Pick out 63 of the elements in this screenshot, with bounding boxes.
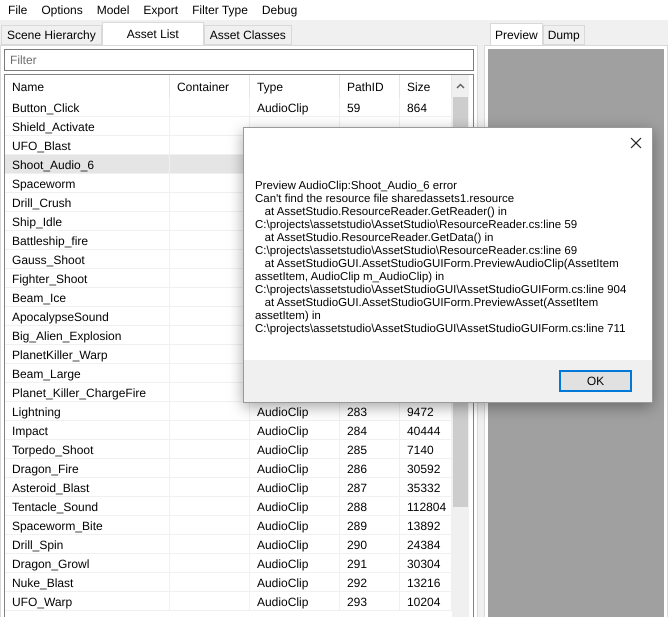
table-cell-text: 289 xyxy=(347,518,368,534)
table-cell-text: PlanetKiller_Warp xyxy=(12,346,108,364)
table-cell-text: AudioClip xyxy=(257,556,308,572)
table-cell-text: 293 xyxy=(347,594,368,610)
table-cell-text: 292 xyxy=(347,574,368,592)
table-cell-text: AudioClip xyxy=(257,518,308,534)
table-cell-text: 24384 xyxy=(407,536,440,554)
table-cell-text: AudioClip xyxy=(257,404,308,420)
table-cell-text: 283 xyxy=(347,404,368,420)
table-cell-text: 7140 xyxy=(407,442,434,458)
table-cell-text: Drill_Spin xyxy=(12,536,64,554)
table-cell-text: Battleship_fire xyxy=(12,232,88,250)
table-cell-text: 9472 xyxy=(407,404,434,420)
table-cell-text: Impact xyxy=(12,422,48,440)
table-cell-text: 284 xyxy=(347,422,368,440)
table-cell-text: 291 xyxy=(347,556,368,572)
table-cell-text: 112804 xyxy=(407,498,446,516)
table-cell-text: AudioClip xyxy=(257,480,308,496)
table-cell-text: Shoot_Audio_6 xyxy=(12,156,94,174)
table-cell-text: Gauss_Shoot xyxy=(12,252,85,268)
table-cell-text: AudioClip xyxy=(257,594,308,610)
table-cell-text: 864 xyxy=(407,100,428,116)
table-cell-text: Fighter_Shoot xyxy=(12,270,88,288)
table-cell-text: UFO_Blast xyxy=(12,138,71,154)
table-cell-text: AudioClip xyxy=(257,460,308,478)
table-cell-text: 13216 xyxy=(407,574,440,592)
table-cell-text: Spaceworm_Bite xyxy=(12,518,103,534)
table-cell-text: Torpedo_Shoot xyxy=(12,442,94,458)
table-cell-text: 30592 xyxy=(407,460,440,478)
table-cell-text: Big_Alien_Explosion xyxy=(12,328,122,344)
table-cell-text: Nuke_Blast xyxy=(12,574,74,592)
table-cell-text: Beam_Large xyxy=(12,366,81,382)
table-cell-text: AudioClip xyxy=(257,442,308,458)
table-cell-text: Ship_Idle xyxy=(12,214,62,230)
table-cell-text: Dragon_Fire xyxy=(12,460,79,478)
table-cell-text: Button_Click xyxy=(12,100,80,116)
table-cell-text: Tentacle_Sound xyxy=(12,498,98,516)
table-cell-text: Drill_Crush xyxy=(12,194,72,212)
table-cell-text: 30304 xyxy=(407,556,440,572)
table-cell-text: Shield_Activate xyxy=(12,118,95,136)
table-cell-text: 286 xyxy=(347,460,368,478)
table-cell-text: Dragon_Growl xyxy=(12,556,90,572)
table-cell-text: 10204 xyxy=(407,594,440,610)
table-cell-text: UFO_Warp xyxy=(12,594,72,610)
table-cell-text: 35332 xyxy=(407,480,440,496)
table-cell-text: 288 xyxy=(347,498,368,516)
table-cell-text: AudioClip xyxy=(257,100,308,116)
table-cell-text: Planet_Killer_ChargeFire xyxy=(12,384,146,402)
table-cell-text: AudioClip xyxy=(257,536,308,554)
table-cell-text: 287 xyxy=(347,480,368,496)
table-cell-text: AudioClip xyxy=(257,422,308,440)
table-cell-text: 40444 xyxy=(407,422,440,440)
table-cell-text: 13892 xyxy=(407,518,440,534)
table-cell-text: ApocalypseSound xyxy=(12,308,109,326)
table-cell-text: AudioClip xyxy=(257,498,308,516)
table-cell-text: Spaceworm xyxy=(12,176,76,192)
table-cell-text: Beam_Ice xyxy=(12,290,66,306)
table-cell-text: AudioClip xyxy=(257,574,308,592)
table-cell-text: Asteroid_Blast xyxy=(12,480,90,496)
table-cell-text: 285 xyxy=(347,442,368,458)
table-cell-text: 290 xyxy=(347,536,368,554)
table-cell-text: 59 xyxy=(347,100,360,116)
table-cell-text: Lightning xyxy=(12,404,61,420)
